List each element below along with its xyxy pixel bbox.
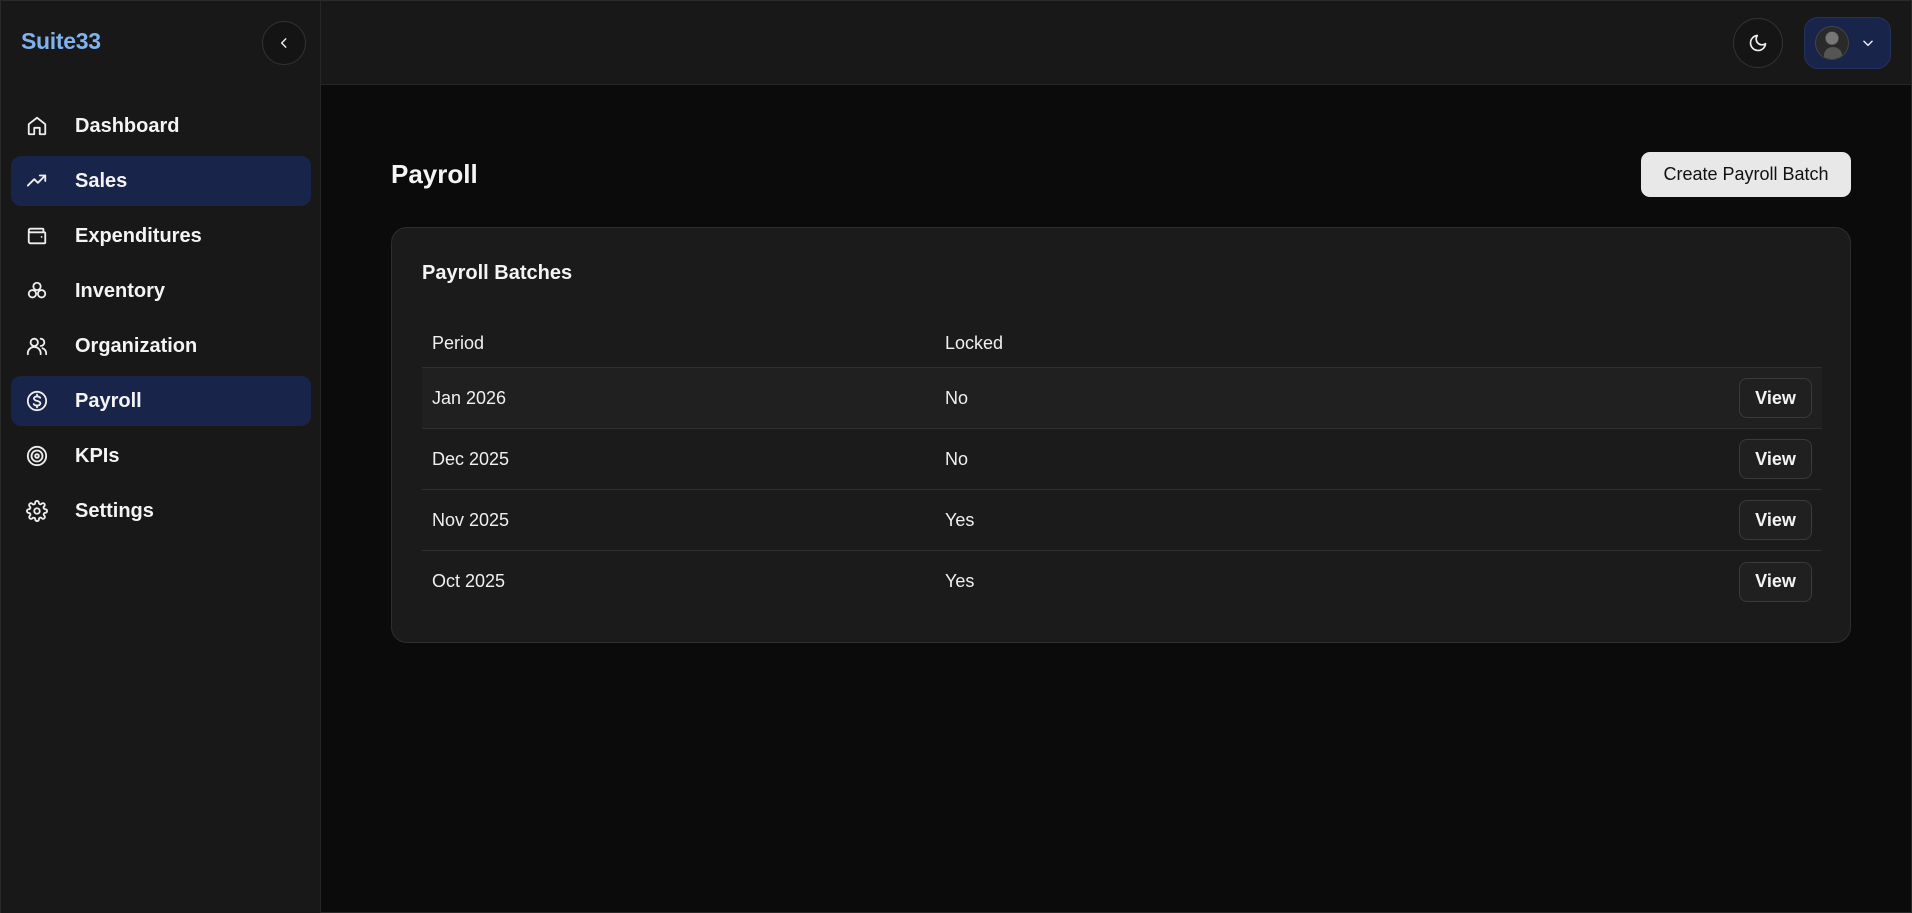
view-button[interactable]: View — [1739, 378, 1812, 418]
app-window: Suite33 Dashboard Sales Expenditures Inv… — [0, 0, 1912, 913]
top-bar — [321, 1, 1911, 85]
sidebar-item-expenditures[interactable]: Expenditures — [11, 211, 311, 261]
home-icon — [25, 114, 49, 138]
locked-cell: No — [945, 387, 969, 408]
page-title: Payroll — [391, 159, 478, 189]
sidebar-item-sales[interactable]: Sales — [11, 156, 311, 206]
sidebar-item-payroll[interactable]: Payroll — [11, 376, 311, 426]
gear-icon — [25, 499, 49, 523]
sidebar-item-kpis[interactable]: KPIs — [11, 431, 311, 481]
column-header-locked: Locked — [945, 333, 1004, 353]
sidebar-item-settings[interactable]: Settings — [11, 486, 311, 536]
sidebar-item-inventory[interactable]: Inventory — [11, 266, 311, 316]
period-cell: Jan 2026 — [432, 387, 507, 408]
sidebar: Suite33 Dashboard Sales Expenditures Inv… — [1, 1, 321, 913]
table-row: Nov 2025 Yes View — [422, 490, 1822, 551]
users-icon — [25, 334, 49, 358]
table-header: Period Locked — [422, 320, 1822, 368]
period-cell: Nov 2025 — [432, 509, 510, 530]
sidebar-item-label: Organization — [75, 334, 198, 357]
sidebar-item-label: Sales — [75, 169, 128, 192]
locked-cell: Yes — [945, 509, 975, 530]
brand-logo[interactable]: Suite33 — [21, 28, 101, 55]
table-row: Oct 2025 Yes View — [422, 551, 1822, 612]
payroll-batches-card: Payroll Batches Period Locked Jan 2026 N… — [391, 227, 1851, 643]
user-menu-button[interactable] — [1804, 17, 1891, 69]
locked-cell: Yes — [945, 571, 975, 591]
table-row: Jan 2026 No View — [422, 368, 1822, 429]
trending-up-icon — [25, 169, 49, 193]
card-title: Payroll Batches — [422, 262, 573, 284]
moon-icon — [1749, 34, 1767, 52]
view-button[interactable]: View — [1739, 439, 1812, 479]
table-row: Dec 2025 No View — [422, 429, 1822, 490]
period-cell: Oct 2025 — [432, 571, 506, 591]
create-payroll-batch-button[interactable]: Create Payroll Batch — [1641, 152, 1851, 197]
view-button[interactable]: View — [1739, 561, 1812, 602]
payroll-batches-table: Period Locked Jan 2026 No View Dec 2025 … — [422, 320, 1822, 612]
sidebar-item-organization[interactable]: Organization — [11, 321, 311, 371]
column-header-period: Period — [432, 333, 485, 353]
chevron-left-icon — [280, 38, 287, 48]
chevron-down-icon — [1861, 36, 1875, 50]
sidebar-nav: Dashboard Sales Expenditures Inventory O… — [11, 101, 311, 541]
sidebar-item-label: Inventory — [75, 279, 166, 302]
sidebar-item-label: Settings — [75, 499, 154, 522]
sidebar-item-label: KPIs — [75, 444, 120, 467]
avatar — [1815, 26, 1849, 60]
sidebar-item-label: Dashboard — [75, 114, 180, 137]
sidebar-item-label: Expenditures — [75, 224, 202, 247]
boxes-icon — [25, 279, 49, 303]
sidebar-item-dashboard[interactable]: Dashboard — [11, 101, 311, 151]
target-icon — [25, 444, 49, 468]
theme-toggle-button[interactable] — [1733, 18, 1783, 68]
dollar-circle-icon — [25, 389, 49, 413]
period-cell: Dec 2025 — [432, 448, 510, 469]
locked-cell: No — [945, 448, 969, 469]
wallet-icon — [25, 224, 49, 248]
view-button[interactable]: View — [1739, 500, 1812, 540]
sidebar-item-label: Payroll — [75, 389, 142, 412]
collapse-sidebar-button[interactable] — [262, 21, 306, 65]
